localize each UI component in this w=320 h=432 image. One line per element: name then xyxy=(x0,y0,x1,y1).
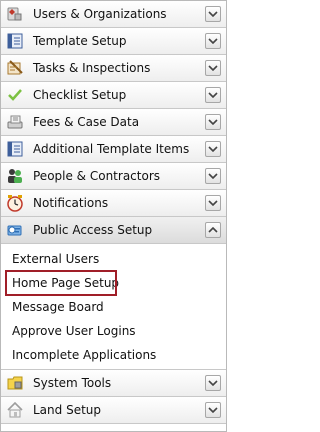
navigation-accordion: Users & Organizations Template Setup Tas… xyxy=(0,0,227,432)
section-notifications[interactable]: Notifications xyxy=(1,190,226,217)
chevron-up-icon[interactable] xyxy=(205,222,221,238)
users-organizations-icon xyxy=(5,4,25,24)
section-label: Template Setup xyxy=(33,34,127,48)
submenu-item-home-page-setup[interactable]: Home Page Setup xyxy=(5,270,119,296)
section-template-setup[interactable]: Template Setup xyxy=(1,28,226,55)
section-label: System Tools xyxy=(33,376,112,390)
section-label: Users & Organizations xyxy=(33,7,167,21)
submenu-item-approve-user-logins[interactable]: Approve User Logins xyxy=(6,319,156,343)
section-people-contractors[interactable]: People & Contractors xyxy=(1,163,226,190)
public-access-submenu: External Users Home Page Setup Message B… xyxy=(1,244,226,370)
chevron-down-icon[interactable] xyxy=(205,375,221,391)
section-label: Fees & Case Data xyxy=(33,115,140,129)
fees-case-data-icon xyxy=(5,112,25,132)
submenu-item-message-board[interactable]: Message Board xyxy=(6,295,116,319)
section-label: Public Access Setup xyxy=(33,223,153,237)
section-system-tools[interactable]: System Tools xyxy=(1,370,226,397)
submenu-item-incomplete-applications[interactable]: Incomplete Applications xyxy=(6,343,156,367)
section-label: Additional Template Items xyxy=(33,142,190,156)
chevron-down-icon[interactable] xyxy=(205,114,221,130)
submenu-item-external-users[interactable]: External Users xyxy=(6,247,116,271)
system-tools-icon xyxy=(5,373,25,393)
section-label: Notifications xyxy=(33,196,109,210)
section-label: People & Contractors xyxy=(33,169,161,183)
land-setup-house-icon xyxy=(5,400,25,420)
section-tasks-inspections[interactable]: Tasks & Inspections xyxy=(1,55,226,82)
section-public-access-setup[interactable]: Public Access Setup xyxy=(1,217,226,244)
additional-template-items-icon xyxy=(5,139,25,159)
chevron-down-icon[interactable] xyxy=(205,60,221,76)
chevron-down-icon[interactable] xyxy=(205,6,221,22)
template-setup-icon xyxy=(5,31,25,51)
chevron-down-icon[interactable] xyxy=(205,402,221,418)
notifications-clock-icon xyxy=(5,193,25,213)
chevron-down-icon[interactable] xyxy=(205,141,221,157)
chevron-down-icon[interactable] xyxy=(205,87,221,103)
chevron-down-icon[interactable] xyxy=(205,168,221,184)
section-label: Checklist Setup xyxy=(33,88,127,102)
chevron-down-icon[interactable] xyxy=(205,195,221,211)
section-additional-template-items[interactable]: Additional Template Items xyxy=(1,136,226,163)
section-users-organizations[interactable]: Users & Organizations xyxy=(1,1,226,28)
section-fees-case-data[interactable]: Fees & Case Data xyxy=(1,109,226,136)
chevron-down-icon[interactable] xyxy=(205,33,221,49)
section-land-setup[interactable]: Land Setup xyxy=(1,397,226,424)
section-label: Land Setup xyxy=(33,403,102,417)
checklist-checkmark-icon xyxy=(5,85,25,105)
section-checklist-setup[interactable]: Checklist Setup xyxy=(1,82,226,109)
people-contractors-icon xyxy=(5,166,25,186)
tasks-inspections-icon xyxy=(5,58,25,78)
public-access-icon xyxy=(5,220,25,240)
section-label: Tasks & Inspections xyxy=(33,61,151,75)
